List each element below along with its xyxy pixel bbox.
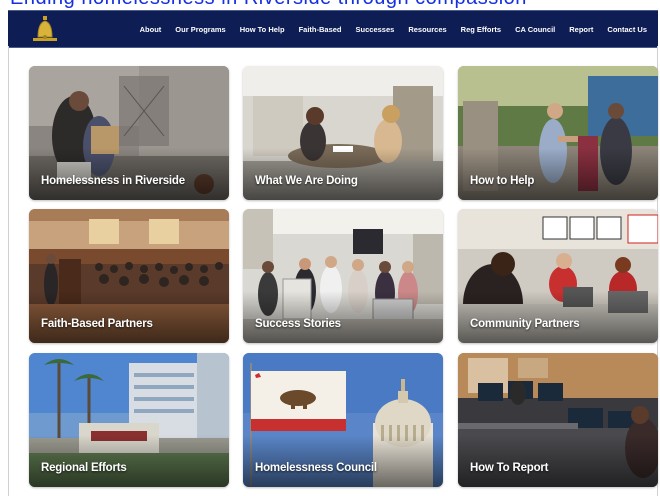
nav-ca-council[interactable]: CA Council <box>508 25 562 34</box>
tile-label: How to Help <box>470 175 535 187</box>
cut-off-heading: Ending homelessness in Riverside through… <box>0 0 660 8</box>
tile-what-we-are-doing[interactable]: What We Are Doing <box>243 66 443 200</box>
main-nav: About Our Programs How To Help Faith-Bas… <box>133 11 654 47</box>
tile-success-stories[interactable]: Success Stories <box>243 209 443 343</box>
tile-shade <box>243 435 443 487</box>
nav-report[interactable]: Report <box>562 25 600 34</box>
tile-shade <box>29 435 229 487</box>
tile-label: What We Are Doing <box>255 175 358 187</box>
tile-shade <box>243 291 443 343</box>
nav-successes[interactable]: Successes <box>349 25 402 34</box>
tile-how-to-report[interactable]: How To Report <box>458 353 658 487</box>
tile-label: Homelessness in Riverside <box>41 175 185 187</box>
tile-homelessness-in-riverside[interactable]: Homelessness in Riverside <box>29 66 229 200</box>
tile-how-to-help[interactable]: How to Help <box>458 66 658 200</box>
tile-label: Homelessness Council <box>255 462 377 474</box>
tile-label: Success Stories <box>255 318 341 330</box>
tile-shade <box>458 291 658 343</box>
tile-label: Community Partners <box>470 318 580 330</box>
tile-shade <box>29 148 229 200</box>
tile-shade <box>458 148 658 200</box>
nav-how-to-help[interactable]: How To Help <box>233 25 292 34</box>
nav-contact-us[interactable]: Contact Us <box>600 25 654 34</box>
tile-homelessness-council[interactable]: Homelessness Council <box>243 353 443 487</box>
tile-faith-based-partners[interactable]: Faith-Based Partners <box>29 209 229 343</box>
top-navbar: About Our Programs How To Help Faith-Bas… <box>8 10 658 48</box>
tile-shade <box>29 291 229 343</box>
bell-logo-icon[interactable] <box>32 15 58 42</box>
nav-reg-efforts[interactable]: Reg Efforts <box>454 25 508 34</box>
nav-about[interactable]: About <box>133 25 169 34</box>
tile-label: How To Report <box>470 462 549 474</box>
tile-regional-efforts[interactable]: Regional Efforts <box>29 353 229 487</box>
nav-resources[interactable]: Resources <box>401 25 453 34</box>
nav-faith-based[interactable]: Faith-Based <box>292 25 349 34</box>
tile-label: Regional Efforts <box>41 462 127 474</box>
tile-shade <box>458 435 658 487</box>
tile-community-partners[interactable]: Community Partners <box>458 209 658 343</box>
nav-our-programs[interactable]: Our Programs <box>168 25 232 34</box>
tile-label: Faith-Based Partners <box>41 318 153 330</box>
tile-shade <box>243 148 443 200</box>
